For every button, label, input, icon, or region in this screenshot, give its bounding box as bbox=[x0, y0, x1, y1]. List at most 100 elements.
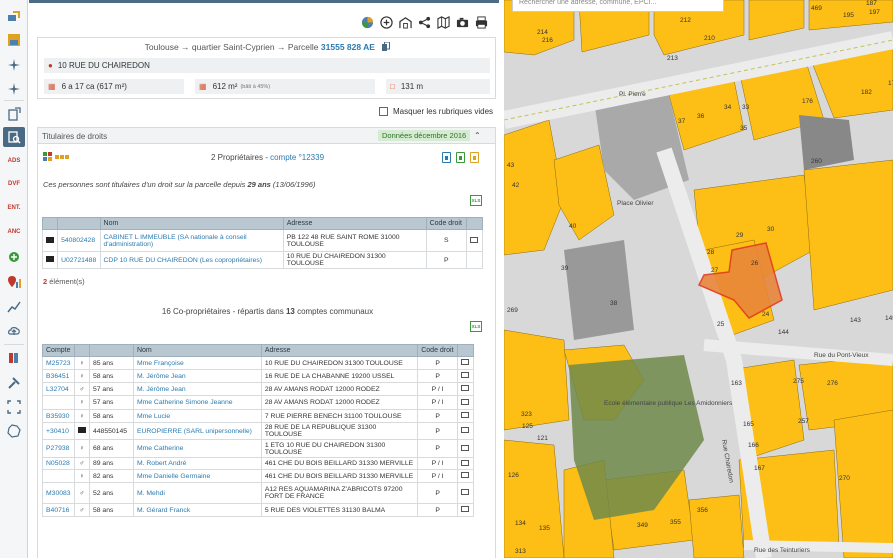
table-row[interactable]: M25723 ♀ 85 ans Mme Françoise 10 RUE DU CHAI… bbox=[42, 356, 475, 370]
table-row[interactable]: ♀ 57 ans Mme Catherine Simone Jeanne 28 AV … bbox=[42, 395, 475, 410]
account-number[interactable]: +30410 bbox=[42, 422, 75, 440]
download-pdf-icon[interactable] bbox=[442, 152, 451, 163]
export-icon[interactable] bbox=[3, 104, 25, 124]
parcel-number-label: 43 bbox=[507, 162, 515, 169]
download-doc-icon[interactable] bbox=[470, 152, 479, 163]
mail-icon[interactable] bbox=[456, 439, 475, 458]
owner-name[interactable]: M. Mehdi bbox=[132, 482, 262, 504]
mail-icon[interactable] bbox=[456, 482, 475, 504]
add-icon[interactable] bbox=[379, 15, 394, 30]
mail-icon[interactable] bbox=[456, 422, 475, 440]
cloud-upload-icon[interactable] bbox=[3, 321, 25, 341]
account-link[interactable]: compte °12339 bbox=[270, 153, 324, 162]
account-number[interactable]: B36451 bbox=[42, 369, 75, 383]
owner-name[interactable]: Mme Lucie bbox=[132, 409, 262, 423]
account-number[interactable]: M30083 bbox=[42, 482, 75, 504]
account-number[interactable]: P27938 bbox=[42, 439, 75, 458]
owner-name[interactable]: CDP 10 RUE DU CHAIREDON (Les copropriéta… bbox=[99, 251, 284, 269]
owner-name[interactable]: Mme Catherine bbox=[132, 439, 262, 458]
parcel-number-label: 214 bbox=[537, 29, 548, 36]
parcel-search-icon[interactable] bbox=[3, 127, 25, 147]
account-number[interactable]: L32704 bbox=[42, 382, 75, 396]
account-number[interactable]: B35930 bbox=[42, 409, 75, 423]
table-row[interactable]: L32704 ♂ 57 ans M. Jérôme Jean 28 AV AMANS R… bbox=[42, 382, 475, 396]
france-map-icon[interactable] bbox=[3, 421, 25, 441]
map-icon[interactable] bbox=[436, 15, 451, 30]
owner-name[interactable]: M. Gérard Franck bbox=[132, 503, 262, 517]
account-number[interactable] bbox=[42, 395, 75, 410]
layers-icon[interactable] bbox=[360, 15, 375, 30]
owner-age: 82 ans bbox=[88, 469, 134, 483]
target-icon[interactable] bbox=[3, 79, 25, 99]
table-row[interactable]: N05028 ♂ 89 ans M. Robert André 461 CHE DU B… bbox=[42, 457, 475, 470]
section-header[interactable]: Titulaires de droits Données décembre 20… bbox=[38, 128, 495, 144]
mail-icon[interactable] bbox=[456, 356, 475, 370]
mail-icon[interactable] bbox=[456, 469, 475, 483]
building-icon[interactable] bbox=[398, 15, 413, 30]
cadastral-map[interactable]: 212 195 187 469 197 214 216 213 210 37 36 34 33 35 176… bbox=[504, 0, 893, 558]
account-number[interactable]: M25723 bbox=[42, 356, 75, 370]
col-name: Nom bbox=[99, 217, 284, 230]
book-icon[interactable] bbox=[3, 348, 25, 368]
network-icon[interactable] bbox=[3, 247, 25, 267]
owner-name[interactable]: Mme Catherine Simone Jeanne bbox=[132, 395, 262, 410]
owner-name[interactable]: EUROPIERRE (SARL unipersonnelle) bbox=[132, 422, 262, 440]
table-row[interactable]: 540802428 CABINET L IMMEUBLE (SA nationa… bbox=[41, 229, 484, 252]
excel-export-icon[interactable]: XLS bbox=[470, 195, 482, 206]
dvf-icon[interactable]: DVF bbox=[3, 174, 25, 194]
owner-name[interactable]: Mme Danielle Germaine bbox=[132, 469, 262, 483]
account-number[interactable]: N05028 bbox=[42, 457, 75, 470]
mail-icon[interactable] bbox=[465, 229, 484, 252]
hide-empty-toggle[interactable]: Masquer les rubriques vides bbox=[379, 107, 493, 116]
table-row[interactable]: B36451 ♀ 58 ans M. Jérôme Jean 16 RUE DE LA … bbox=[42, 369, 475, 383]
owner-name[interactable]: CABINET L IMMEUBLE (SA nationale à conse… bbox=[99, 229, 284, 252]
share-icon[interactable] bbox=[417, 15, 432, 30]
account-number[interactable]: B40716 bbox=[42, 503, 75, 517]
location-stats-icon[interactable] bbox=[3, 272, 25, 292]
anc-icon[interactable]: ANC bbox=[3, 222, 25, 242]
hide-empty-checkbox[interactable] bbox=[379, 107, 388, 116]
mail-icon[interactable] bbox=[456, 382, 475, 396]
mail-icon[interactable] bbox=[456, 409, 475, 423]
chart-icon[interactable] bbox=[3, 297, 25, 317]
ads-icon[interactable]: ADS bbox=[3, 151, 25, 171]
table-row[interactable]: P27938 ♀ 68 ans Mme Catherine 1 ETG 10 RUE D… bbox=[42, 439, 475, 458]
copy-icon[interactable] bbox=[382, 41, 391, 51]
table-row[interactable]: B35930 ♀ 58 ans Mme Lucie 7 RUE PIERRE BENEC… bbox=[42, 409, 475, 423]
parcel-number-label: 143 bbox=[850, 317, 861, 324]
mail-icon[interactable] bbox=[456, 503, 475, 517]
mail-icon[interactable] bbox=[456, 395, 475, 410]
mail-icon[interactable] bbox=[456, 457, 475, 470]
owner-id[interactable]: U02721488 bbox=[57, 251, 101, 269]
excel-export-icon[interactable]: XLS bbox=[470, 321, 482, 332]
owner-id[interactable]: 540802428 bbox=[57, 229, 101, 252]
camera-icon[interactable] bbox=[455, 15, 470, 30]
table-row[interactable]: B40716 ♂ 58 ans M. Gérard Franck 5 RUE DES V… bbox=[42, 503, 475, 517]
element-count-text: élément(s) bbox=[47, 277, 85, 286]
owner-name[interactable]: M. Jérôme Jean bbox=[132, 382, 262, 396]
account-number[interactable] bbox=[42, 469, 75, 483]
empty-cell bbox=[465, 251, 484, 269]
map-canvas[interactable]: 212 195 187 469 197 214216 213 210 37 36 34 33 35 176… bbox=[504, 0, 893, 558]
print-icon[interactable] bbox=[474, 15, 489, 30]
table-row[interactable]: ♀ 82 ans Mme Danielle Germaine 461 CHE DU B… bbox=[42, 469, 475, 483]
map-search-input[interactable]: Rechercher une adresse, commune, EPCI... bbox=[512, 0, 724, 12]
fullscreen-icon[interactable] bbox=[3, 397, 25, 417]
chevron-up-icon[interactable]: ⌃ bbox=[474, 131, 481, 140]
owner-name[interactable]: M. Jérôme Jean bbox=[132, 369, 262, 383]
table-row[interactable]: M30083 ♂ 52 ans M. Mehdi A12 RES AQUAMARINA … bbox=[42, 482, 475, 504]
mail-icon[interactable] bbox=[456, 369, 475, 383]
table-row[interactable]: U02721488 CDP 10 RUE DU CHAIREDON (Les c… bbox=[41, 251, 484, 269]
parcel-number-label: 178 bbox=[888, 80, 893, 87]
compass-icon[interactable] bbox=[3, 55, 25, 75]
col-mail bbox=[465, 217, 484, 230]
table-row[interactable]: +30410 448550145 EUROPIERRE (SARL uniperso… bbox=[42, 422, 475, 440]
owner-name[interactable]: M. Robert André bbox=[132, 457, 262, 470]
download-sheet-icon[interactable] bbox=[456, 152, 465, 163]
cadastre-icon[interactable] bbox=[3, 30, 25, 50]
home-layers-icon[interactable] bbox=[3, 6, 25, 26]
male-icon: ♂ bbox=[73, 503, 90, 517]
owner-name[interactable]: Mme Françoise bbox=[132, 356, 262, 370]
hammer-icon[interactable] bbox=[3, 373, 25, 393]
ent-icon[interactable]: ENT. bbox=[3, 198, 25, 218]
